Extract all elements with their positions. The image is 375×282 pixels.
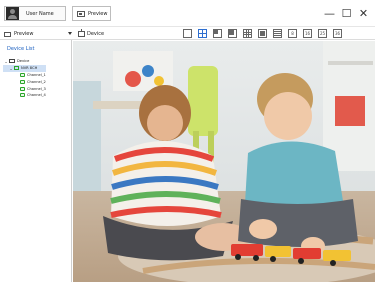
user-avatar-icon bbox=[6, 7, 19, 20]
maximize-button[interactable]: ☐ bbox=[338, 6, 355, 20]
chevron-down-icon bbox=[68, 32, 72, 35]
camera-icon bbox=[20, 93, 25, 98]
layout-8-button[interactable]: 8 bbox=[288, 29, 297, 38]
layout-1plus5-button[interactable] bbox=[213, 29, 222, 38]
device-tree: ⌄ Device ⌄ NVR 8CH Channel_1 Channel_2 C… bbox=[3, 58, 46, 99]
tab-preview[interactable]: Preview bbox=[72, 6, 111, 21]
nvr-icon bbox=[14, 66, 19, 71]
close-button[interactable]: ✕ bbox=[355, 6, 372, 20]
tree-root[interactable]: ⌄ Device bbox=[3, 58, 46, 65]
camera-icon bbox=[20, 79, 25, 84]
device-icon bbox=[78, 29, 85, 37]
layout-16-button[interactable]: 16 bbox=[303, 29, 312, 38]
window-controls: — ☐ ✕ bbox=[321, 6, 372, 20]
preview-icon bbox=[77, 10, 85, 17]
channel-label: Channel_3 bbox=[27, 86, 46, 91]
tree-channel[interactable]: Channel_3 bbox=[3, 85, 46, 92]
preview-mode-icon bbox=[4, 31, 11, 37]
camera-icon bbox=[20, 72, 25, 77]
layout-1plus7-button[interactable] bbox=[228, 29, 237, 38]
tree-channel[interactable]: Channel_2 bbox=[3, 78, 46, 85]
tree-device[interactable]: ⌄ NVR 8CH bbox=[3, 64, 46, 72]
device-list-panel: Device List ⌄ Device ⌄ NVR 8CH Channel_1… bbox=[0, 40, 72, 282]
tab-preview-label: Preview bbox=[88, 10, 108, 17]
layout-25-button[interactable]: 25 bbox=[318, 29, 327, 38]
video-preview[interactable] bbox=[73, 41, 375, 282]
channel-label: Channel_1 bbox=[27, 72, 46, 77]
layout-1x1-button[interactable] bbox=[183, 29, 192, 38]
device-button-label: Device bbox=[87, 31, 105, 37]
camera-feed-image bbox=[73, 41, 375, 282]
camera-icon bbox=[20, 86, 25, 91]
mode-select-value: Preview bbox=[14, 31, 34, 37]
device-button[interactable]: Device bbox=[78, 29, 104, 39]
user-tab[interactable]: User Name bbox=[4, 6, 66, 21]
tree-device-label: NVR 8CH bbox=[21, 66, 38, 71]
tree-channel[interactable]: Channel_1 bbox=[3, 72, 46, 79]
user-name-label: User Name bbox=[26, 10, 54, 17]
layout-2x2-button[interactable] bbox=[198, 29, 207, 38]
mode-select[interactable]: Preview bbox=[4, 29, 72, 39]
layout-4x4-button[interactable] bbox=[258, 29, 267, 38]
tree-root-label: Device bbox=[17, 59, 30, 64]
tree-channel[interactable]: Channel_4 bbox=[3, 92, 46, 99]
title-bar: User Name Preview — ☐ ✕ bbox=[0, 0, 375, 27]
device-list-title: Device List bbox=[7, 46, 35, 52]
channel-label: Channel_2 bbox=[27, 79, 46, 84]
computer-icon bbox=[9, 59, 15, 64]
toolbar: Preview Device 8 16 25 36 bbox=[0, 28, 375, 40]
minimize-button[interactable]: — bbox=[321, 6, 338, 20]
channel-label: Channel_4 bbox=[27, 93, 46, 98]
layout-5x5-button[interactable] bbox=[273, 29, 282, 38]
layout-36-button[interactable]: 36 bbox=[333, 29, 342, 38]
layout-3x3-button[interactable] bbox=[243, 29, 252, 38]
layout-buttons: 8 16 25 36 bbox=[183, 29, 342, 38]
